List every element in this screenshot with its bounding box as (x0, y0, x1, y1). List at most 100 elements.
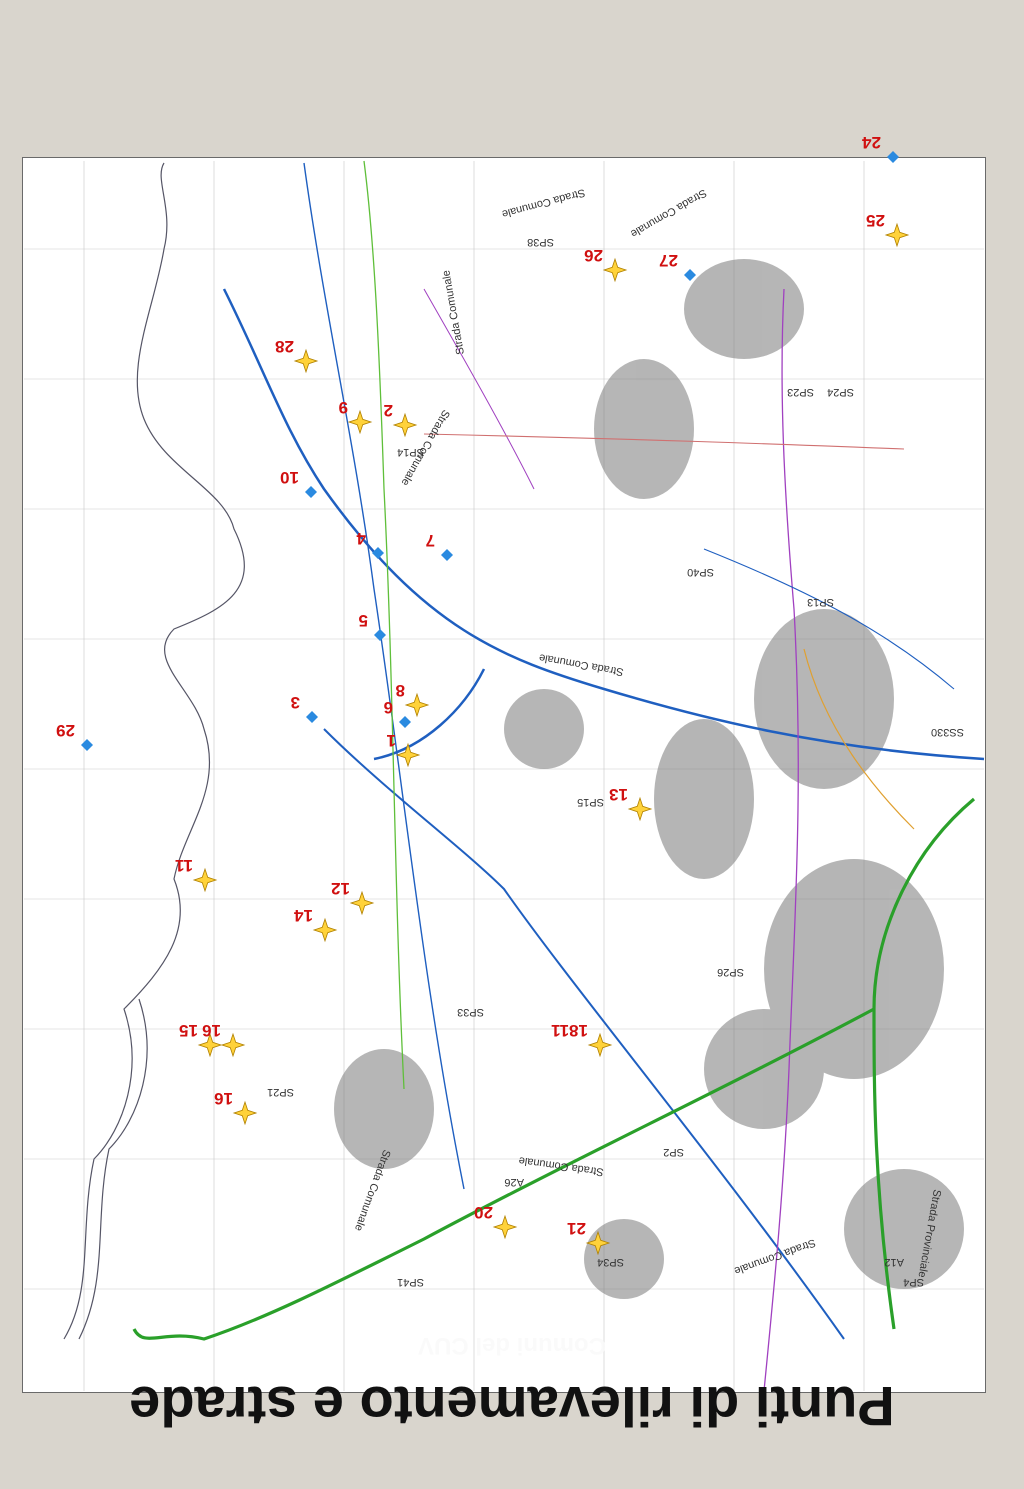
survey-point-28[interactable]: 28 (275, 337, 319, 374)
map-page: Strada Comunale Strada Comunale Strada C… (0, 0, 1024, 1489)
road-label: A12 (884, 1256, 904, 1268)
road-label: Strada Comunale (501, 186, 587, 220)
survey-point-4[interactable]: 4 (356, 529, 384, 559)
road-purple (763, 288, 799, 1392)
survey-point-label: 21 (567, 1219, 586, 1238)
survey-point-2[interactable]: 2 (384, 401, 418, 438)
survey-point-label: 16 (202, 1021, 221, 1040)
survey-point-label: 7 (426, 531, 435, 550)
survey-star-icon (220, 1032, 246, 1058)
survey-star-icon (492, 1214, 518, 1240)
survey-point-label: 2 (384, 401, 393, 420)
survey-point-label: 4 (356, 529, 366, 548)
road-label: Strada Comunale (538, 651, 624, 678)
survey-point-29[interactable]: 29 (56, 721, 93, 751)
survey-point-label: 25 (866, 211, 885, 230)
survey-diamond-icon (306, 711, 318, 723)
survey-star-icon (293, 348, 319, 374)
survey-diamond-icon (372, 547, 384, 559)
road-label: SP24 (827, 386, 854, 398)
road-label: A26 (504, 1176, 524, 1188)
road-label: SP4 (903, 1276, 924, 1288)
road-label: SP41 (397, 1276, 424, 1288)
survey-point-label: 8 (396, 681, 405, 700)
road-label: SP33 (457, 1006, 484, 1018)
survey-star-icon (884, 222, 910, 248)
survey-star-icon (192, 867, 218, 893)
survey-point-label: 26 (584, 246, 603, 265)
survey-star-icon (232, 1100, 258, 1126)
road-label: SP38 (527, 236, 554, 248)
survey-diamond-icon (81, 739, 93, 751)
survey-point-11[interactable]: 11 (175, 856, 218, 893)
road-green-sp (363, 160, 405, 1090)
survey-diamond-icon (305, 486, 317, 498)
survey-star-icon (404, 692, 430, 718)
survey-point-5[interactable]: 5 (359, 611, 386, 641)
map-canvas[interactable]: Strada Comunale Strada Comunale Strada C… (0, 0, 1024, 1489)
road-label: SP13 (807, 596, 834, 608)
survey-point-label: 1 (387, 731, 396, 750)
rotated-page: Strada Comunale Strada Comunale Strada C… (0, 0, 1024, 1489)
road-label: SS330 (931, 726, 964, 738)
survey-star-icon (395, 742, 421, 768)
survey-point-label: 28 (275, 337, 294, 356)
survey-point-label: 14 (294, 906, 313, 925)
survey-point-label: 24 (862, 133, 881, 152)
survey-point-label: 27 (659, 251, 678, 270)
survey-point-16[interactable]: 16 (214, 1089, 258, 1126)
road-label: Strada Comunale (440, 269, 467, 355)
survey-point-label: 3 (291, 693, 300, 712)
road-label: SP14 (397, 446, 424, 458)
survey-point-label: 20 (474, 1203, 493, 1222)
survey-point-14[interactable]: 14 (294, 906, 338, 943)
road-label: SP23 (787, 386, 814, 398)
survey-point-label: 29 (56, 721, 75, 740)
survey-star-icon (602, 257, 628, 283)
survey-point-label: 11 (175, 856, 193, 875)
survey-point-6[interactable]: 6 (384, 698, 411, 728)
road-purple-2 (423, 288, 535, 490)
survey-point-label: 9 (339, 398, 348, 417)
survey-point-10[interactable]: 10 (280, 468, 317, 498)
survey-point-label: 10 (280, 468, 299, 487)
survey-point-24[interactable]: 24 (862, 133, 899, 163)
survey-point-12[interactable]: 12 (331, 879, 375, 916)
survey-point-27[interactable]: 27 (659, 251, 696, 281)
road-label: SP2 (663, 1146, 684, 1158)
survey-point-3[interactable]: 3 (291, 693, 318, 723)
survey-point-26[interactable]: 26 (584, 246, 628, 283)
survey-star-icon (312, 917, 338, 943)
survey-star-icon (587, 1032, 613, 1058)
survey-point-13[interactable]: 13 (609, 785, 653, 822)
map-subtitle: Comuni del CUV (418, 1332, 607, 1359)
survey-point-label: 12 (331, 879, 350, 898)
road-label: Strada Comunale (628, 186, 708, 239)
road-label: SP15 (577, 796, 604, 808)
survey-point-25[interactable]: 25 (866, 211, 910, 248)
survey-diamond-icon (399, 716, 411, 728)
road-label: SP34 (597, 1256, 624, 1268)
road-label: Strada Comunale (518, 1154, 604, 1178)
road-label: SP26 (717, 966, 744, 978)
survey-point-7[interactable]: 7 (426, 531, 453, 561)
survey-point-9[interactable]: 9 (339, 398, 373, 435)
survey-point-label: 16 (214, 1089, 233, 1108)
survey-star-icon (392, 412, 418, 438)
road-label: SP40 (687, 566, 714, 578)
survey-point-label: 6 (384, 698, 393, 717)
survey-star-icon (627, 796, 653, 822)
survey-diamond-icon (887, 151, 899, 163)
survey-point-8[interactable]: 8 (396, 681, 430, 718)
survey-star-icon (349, 890, 375, 916)
survey-point-1811[interactable]: 1811 (551, 1021, 613, 1058)
road-label: SP21 (267, 1086, 294, 1098)
survey-point-label: 1811 (551, 1021, 588, 1040)
survey-point-20[interactable]: 20 (474, 1203, 518, 1240)
survey-point-label: 15 (179, 1021, 198, 1040)
coastline (63, 162, 245, 1340)
page-title: Punti di rilevamento e strade (129, 1375, 895, 1438)
survey-point-label: 13 (609, 785, 628, 804)
survey-star-icon (347, 409, 373, 435)
survey-point-label: 5 (359, 611, 368, 630)
